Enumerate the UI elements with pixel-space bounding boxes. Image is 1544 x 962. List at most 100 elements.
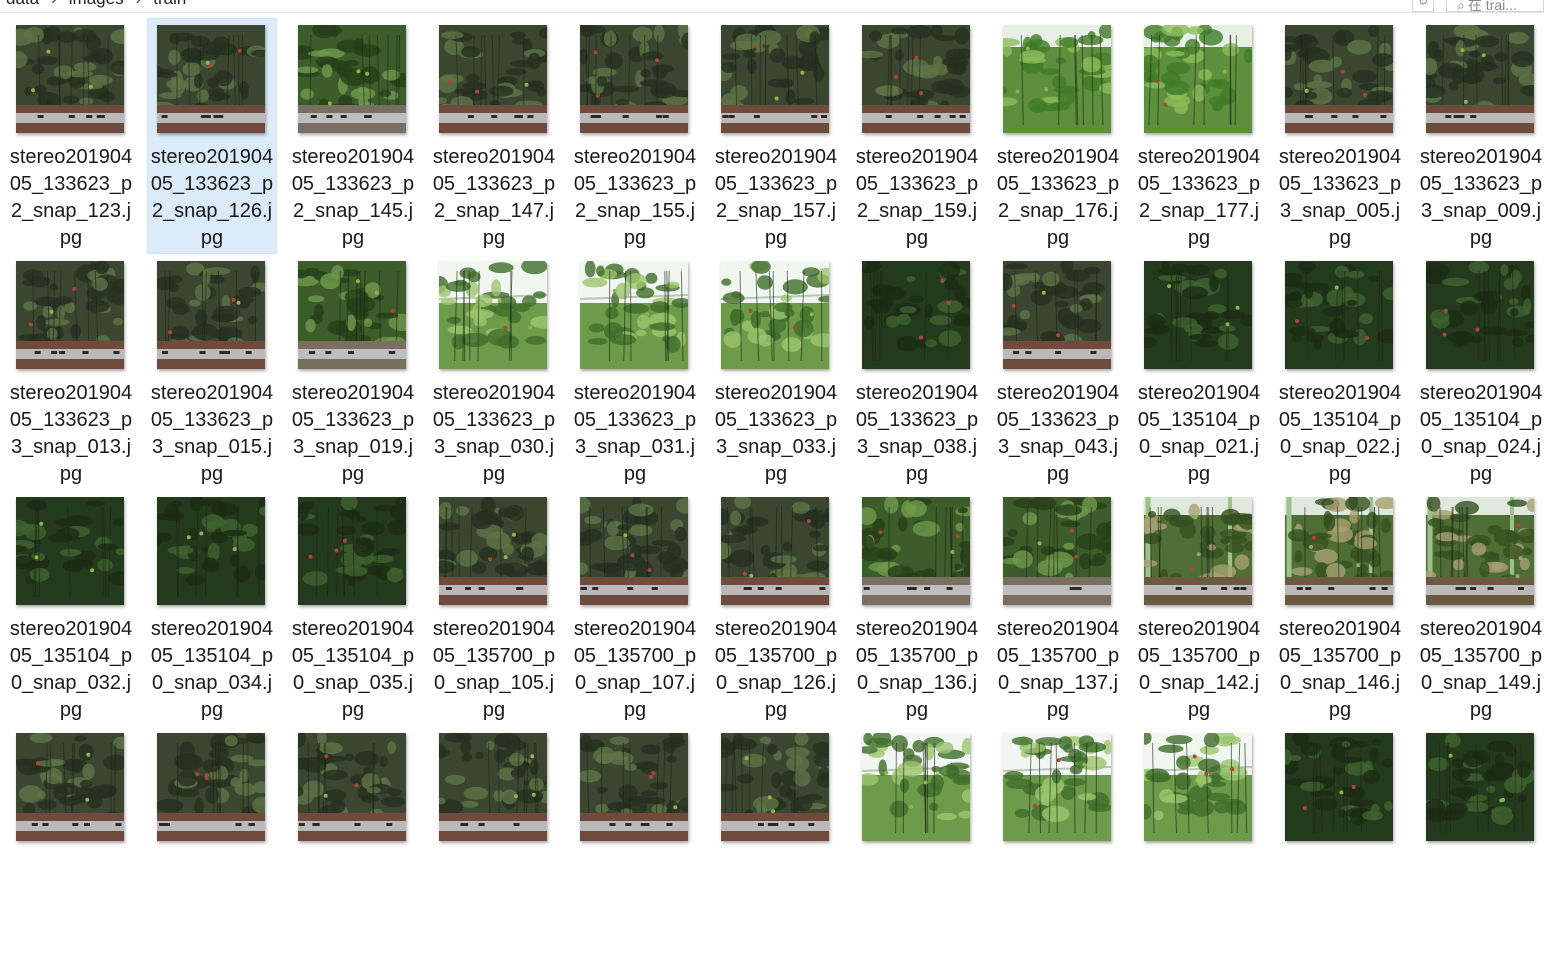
file-item[interactable]: stereo20190405_135104_p0_snap_022.jpg [1275, 254, 1405, 490]
file-name-label: stereo20190405_133623_p3_snap_031.jpg [570, 380, 700, 488]
file-thumbnail [298, 25, 406, 133]
file-item[interactable]: stereo20190405_135104_p0_snap_035.jpg [288, 490, 418, 726]
breadcrumb-separator-icon: › [136, 0, 142, 8]
breadcrumb-item-data[interactable]: data [6, 0, 39, 8]
file-thumbnail [157, 261, 265, 369]
file-item[interactable]: stereo20190405_133623_p3_snap_015.jpg [147, 254, 277, 490]
file-item[interactable] [570, 726, 700, 962]
file-item[interactable] [429, 726, 559, 962]
file-thumbnail [439, 261, 547, 369]
file-item[interactable] [1275, 726, 1405, 962]
file-thumbnail [580, 261, 688, 369]
file-item[interactable]: stereo20190405_133623_p2_snap_126.jpg [147, 18, 277, 254]
file-thumbnail [1285, 25, 1393, 133]
file-item[interactable] [1134, 726, 1264, 962]
file-thumbnail [439, 25, 547, 133]
file-item[interactable]: stereo20190405_135700_p0_snap_142.jpg [1134, 490, 1264, 726]
file-item[interactable] [993, 726, 1123, 962]
file-item[interactable] [711, 726, 841, 962]
file-name-label: stereo20190405_133623_p2_snap_176.jpg [993, 144, 1123, 252]
file-item[interactable]: stereo20190405_133623_p2_snap_123.jpg [6, 18, 136, 254]
file-grid: stereo20190405_133623_p2_snap_123.jpgste… [0, 0, 1544, 778]
file-item[interactable]: stereo20190405_133623_p3_snap_030.jpg [429, 254, 559, 490]
file-thumbnail [721, 497, 829, 605]
file-thumbnail [862, 733, 970, 841]
breadcrumb-item-images[interactable]: images [69, 0, 124, 8]
file-thumbnail [1003, 733, 1111, 841]
file-item[interactable]: stereo20190405_133623_p3_snap_013.jpg [6, 254, 136, 490]
file-thumbnail [1426, 25, 1534, 133]
file-item[interactable]: stereo20190405_135700_p0_snap_105.jpg [429, 490, 559, 726]
file-item[interactable]: stereo20190405_135700_p0_snap_137.jpg [993, 490, 1123, 726]
address-bar: data › images › train ↻ ⌕在 trai... [0, 0, 1544, 13]
file-name-label: stereo20190405_133623_p3_snap_019.jpg [288, 380, 418, 488]
file-name-label: stereo20190405_135104_p0_snap_021.jpg [1134, 380, 1264, 488]
file-item[interactable] [1416, 726, 1544, 962]
file-item[interactable]: stereo20190405_133623_p3_snap_043.jpg [993, 254, 1123, 490]
file-item[interactable] [6, 726, 136, 962]
file-name-label: stereo20190405_135104_p0_snap_022.jpg [1275, 380, 1405, 488]
file-item[interactable]: stereo20190405_133623_p2_snap_159.jpg [852, 18, 982, 254]
file-item[interactable]: stereo20190405_135700_p0_snap_146.jpg [1275, 490, 1405, 726]
file-thumbnail [157, 497, 265, 605]
file-item[interactable]: stereo20190405_135104_p0_snap_024.jpg [1416, 254, 1544, 490]
file-item[interactable]: stereo20190405_133623_p2_snap_155.jpg [570, 18, 700, 254]
file-name-label: stereo20190405_135700_p0_snap_146.jpg [1275, 616, 1405, 724]
file-thumbnail [1144, 733, 1252, 841]
file-thumbnail [580, 25, 688, 133]
file-name-label: stereo20190405_133623_p2_snap_177.jpg [1134, 144, 1264, 252]
breadcrumb-separator-icon: › [51, 0, 57, 8]
file-name-label: stereo20190405_133623_p2_snap_145.jpg [288, 144, 418, 252]
file-name-label: stereo20190405_135104_p0_snap_032.jpg [6, 616, 136, 724]
breadcrumb-item-train[interactable]: train [153, 0, 186, 8]
refresh-button[interactable]: ↻ [1412, 0, 1434, 12]
file-item[interactable]: stereo20190405_135104_p0_snap_021.jpg [1134, 254, 1264, 490]
file-thumbnail [298, 497, 406, 605]
file-item[interactable]: stereo20190405_135104_p0_snap_034.jpg [147, 490, 277, 726]
file-item[interactable]: stereo20190405_133623_p2_snap_147.jpg [429, 18, 559, 254]
file-item[interactable]: stereo20190405_133623_p2_snap_176.jpg [993, 18, 1123, 254]
file-name-label: stereo20190405_133623_p3_snap_005.jpg [1275, 144, 1405, 252]
file-name-label: stereo20190405_135700_p0_snap_149.jpg [1416, 616, 1544, 724]
file-thumbnail [298, 733, 406, 841]
file-name-label: stereo20190405_133623_p3_snap_009.jpg [1416, 144, 1544, 252]
file-thumbnail [157, 25, 265, 133]
file-item[interactable] [852, 726, 982, 962]
file-name-label: stereo20190405_133623_p2_snap_123.jpg [6, 144, 136, 252]
file-item[interactable]: stereo20190405_135700_p0_snap_107.jpg [570, 490, 700, 726]
file-item[interactable] [288, 726, 418, 962]
file-thumbnail [1003, 25, 1111, 133]
file-item[interactable]: stereo20190405_133623_p2_snap_177.jpg [1134, 18, 1264, 254]
file-item[interactable]: stereo20190405_133623_p3_snap_019.jpg [288, 254, 418, 490]
file-thumbnail [439, 733, 547, 841]
file-name-label: stereo20190405_133623_p2_snap_147.jpg [429, 144, 559, 252]
file-item[interactable]: stereo20190405_133623_p2_snap_157.jpg [711, 18, 841, 254]
file-thumbnail [439, 497, 547, 605]
file-name-label: stereo20190405_133623_p3_snap_030.jpg [429, 380, 559, 488]
file-item[interactable]: stereo20190405_135700_p0_snap_126.jpg [711, 490, 841, 726]
file-thumbnail [1426, 497, 1534, 605]
file-item[interactable]: stereo20190405_133623_p3_snap_005.jpg [1275, 18, 1405, 254]
file-item[interactable]: stereo20190405_133623_p3_snap_038.jpg [852, 254, 982, 490]
file-thumbnail [721, 733, 829, 841]
file-item[interactable]: stereo20190405_135700_p0_snap_149.jpg [1416, 490, 1544, 726]
file-name-label: stereo20190405_135700_p0_snap_137.jpg [993, 616, 1123, 724]
file-thumbnail [1144, 497, 1252, 605]
file-thumbnail [580, 733, 688, 841]
file-name-label: stereo20190405_135700_p0_snap_136.jpg [852, 616, 982, 724]
file-thumbnail [1285, 733, 1393, 841]
file-item[interactable]: stereo20190405_133623_p2_snap_145.jpg [288, 18, 418, 254]
file-thumbnail [157, 733, 265, 841]
file-thumbnail [1285, 497, 1393, 605]
file-item[interactable]: stereo20190405_133623_p3_snap_009.jpg [1416, 18, 1544, 254]
file-item[interactable]: stereo20190405_133623_p3_snap_033.jpg [711, 254, 841, 490]
file-thumbnail [1426, 733, 1534, 841]
file-item[interactable] [147, 726, 277, 962]
file-thumbnail [580, 497, 688, 605]
file-item[interactable]: stereo20190405_135700_p0_snap_136.jpg [852, 490, 982, 726]
file-thumbnail [16, 25, 124, 133]
file-thumbnail [862, 497, 970, 605]
file-item[interactable]: stereo20190405_135104_p0_snap_032.jpg [6, 490, 136, 726]
search-input[interactable]: ⌕在 trai... [1446, 0, 1544, 12]
file-item[interactable]: stereo20190405_133623_p3_snap_031.jpg [570, 254, 700, 490]
